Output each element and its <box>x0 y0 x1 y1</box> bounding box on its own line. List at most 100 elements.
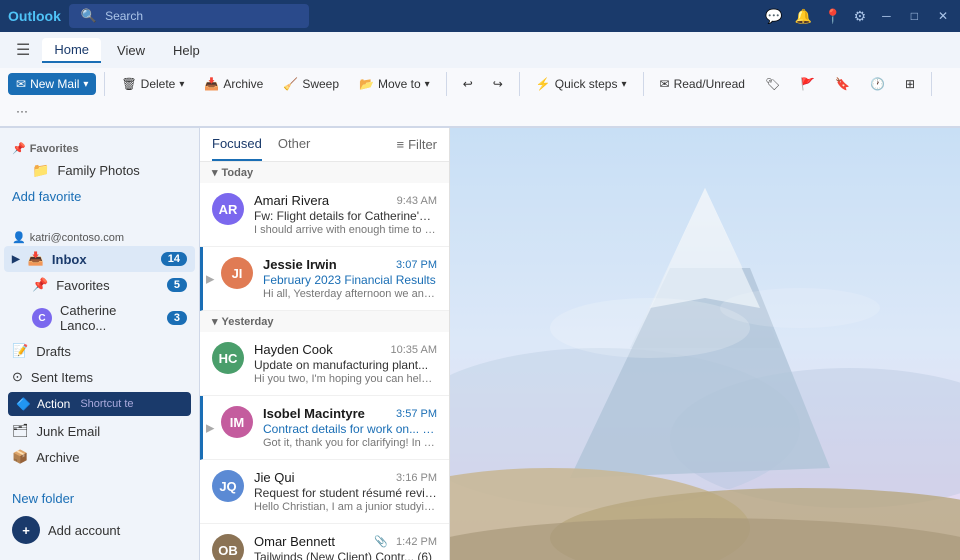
tab-view[interactable]: View <box>105 39 157 62</box>
collapse-icon: ▾ <box>212 166 218 179</box>
action-button[interactable]: 🔷 Action Shortcut te <box>8 392 191 416</box>
mail-preview: Hi all, Yesterday afternoon we announced… <box>263 288 437 300</box>
attachment-icon: 📎 <box>374 535 388 548</box>
tab-focused[interactable]: Focused <box>212 128 262 161</box>
search-bar[interactable]: 🔍 Search <box>69 4 309 28</box>
location-icon[interactable]: 📍 <box>824 8 841 25</box>
notifications-icon[interactable]: 🔔 <box>795 8 812 25</box>
favorites-label: 📌 Favorites <box>4 136 195 157</box>
inbox-icon: 📥 <box>28 251 44 267</box>
undo-button[interactable]: ↩ <box>455 73 481 95</box>
mail-item[interactable]: JQ Jie Qui 3:16 PM Request for student r… <box>200 460 449 524</box>
close-button[interactable]: ✕ <box>934 9 952 23</box>
separator-3 <box>519 72 520 96</box>
archive-label: Archive <box>223 77 263 91</box>
redo-button[interactable]: ↪ <box>485 73 511 95</box>
delete-button[interactable]: 🗑 Delete ▾ <box>113 73 192 95</box>
sidebar-item-inbox[interactable]: ▶ 📥 Inbox 14 <box>4 246 195 272</box>
mail-item[interactable]: ▶ IM Isobel Macintyre 3:57 PM Contract d… <box>200 396 449 460</box>
mail-sender: Jessie Irwin <box>263 257 337 272</box>
add-favorite-link[interactable]: Add favorite <box>4 184 195 209</box>
mail-item[interactable]: OB Omar Bennett 📎 1:42 PM Tailwinds (New… <box>200 524 449 560</box>
timestamp-button[interactable]: 🕐 <box>862 73 893 95</box>
reading-pane <box>450 128 960 560</box>
new-mail-chevron[interactable]: ▾ <box>83 79 88 90</box>
mail-tab-bar: Focused Other ≡ Filter <box>200 128 449 162</box>
avatar: JQ <box>212 470 244 502</box>
archive-icon: 📥 <box>204 77 219 91</box>
view-button[interactable]: ⊞ <box>897 73 923 95</box>
quick-steps-chevron[interactable]: ▾ <box>621 79 626 90</box>
sent-icon: ⊙ <box>12 369 23 385</box>
mail-list: Focused Other ≡ Filter ▾ Today AR Amari … <box>200 128 450 560</box>
mail-sender: Isobel Macintyre <box>263 406 365 421</box>
mail-content: Amari Rivera 9:43 AM Fw: Flight details … <box>254 193 437 236</box>
archive-sidebar-icon: 📦 <box>12 449 28 465</box>
minimize-button[interactable]: ─ <box>878 9 895 23</box>
sidebar-section-favorites: 📌 Favorites 📁 Family Photos Add favorite <box>0 128 199 217</box>
separator-2 <box>446 72 447 96</box>
sidebar-section-footer: New folder + Add account <box>0 478 199 557</box>
filter-button[interactable]: ≡ Filter <box>397 128 437 161</box>
tag-button[interactable]: 🏷 <box>757 73 788 95</box>
new-folder-link[interactable]: New folder <box>4 486 195 511</box>
quick-steps-label: Quick steps <box>555 77 618 91</box>
settings-icon[interactable]: ⚙ <box>854 8 867 25</box>
mail-item[interactable]: HC Hayden Cook 10:35 AM Update on manufa… <box>200 332 449 396</box>
mail-scroll-area[interactable]: ▾ Today AR Amari Rivera 9:43 AM Fw: Flig… <box>200 162 449 560</box>
read-unread-button[interactable]: ✉ Read/Unread <box>652 73 753 95</box>
sidebar-item-drafts[interactable]: 📝 Drafts <box>4 338 195 364</box>
sidebar-item-junk[interactable]: 🗂 Junk Email <box>4 418 195 444</box>
mail-time: 3:57 PM <box>396 408 437 420</box>
hamburger-menu[interactable]: ☰ <box>8 36 38 64</box>
mail-item[interactable]: ▶ JI Jessie Irwin 3:07 PM February 2023 … <box>200 247 449 311</box>
new-mail-label: New Mail <box>30 77 79 91</box>
category-icon: 🔖 <box>835 77 850 91</box>
titlebar-left: Outlook 🔍 Search <box>8 4 309 28</box>
maximize-button[interactable]: □ <box>907 9 922 23</box>
sweep-button[interactable]: 🧹 Sweep <box>275 73 347 95</box>
ribbon-toolbar: ✉ New Mail ▾ 🗑 Delete ▾ 📥 Archive 🧹 Swee… <box>0 68 960 127</box>
tab-help[interactable]: Help <box>161 39 212 62</box>
tab-other[interactable]: Other <box>278 128 311 161</box>
expand-arrow-icon: ▶ <box>12 254 20 265</box>
new-mail-button[interactable]: ✉ New Mail ▾ <box>8 73 96 95</box>
quick-steps-button[interactable]: ⚡ Quick steps ▾ <box>528 73 635 95</box>
tab-home[interactable]: Home <box>42 38 101 63</box>
mail-content: Hayden Cook 10:35 AM Update on manufactu… <box>254 342 437 385</box>
move-to-button[interactable]: 📂 Move to ▾ <box>351 73 438 95</box>
flag-button[interactable]: 🚩 <box>792 73 823 95</box>
avatar: IM <box>221 406 253 438</box>
mail-subject: Update on manufacturing plant... <box>254 358 437 372</box>
sidebar-section-account: 👤 katri@contoso.com ▶ 📥 Inbox 14 📌 Favor… <box>0 217 199 478</box>
shortcut-label: Shortcut te <box>80 398 133 410</box>
archive-button[interactable]: 📥 Archive <box>196 73 271 95</box>
more-button[interactable]: ··· <box>8 100 36 122</box>
mail-content: Isobel Macintyre 3:57 PM Contract detail… <box>263 406 437 449</box>
sidebar-item-sent[interactable]: ⊙ Sent Items <box>4 364 195 390</box>
avatar: AR <box>212 193 244 225</box>
landscape-image <box>450 128 960 560</box>
delete-chevron[interactable]: ▾ <box>179 79 184 90</box>
mail-sender: Amari Rivera <box>254 193 329 208</box>
category-button[interactable]: 🔖 <box>827 73 858 95</box>
sidebar-item-favorites[interactable]: 📌 Favorites 5 <box>4 272 195 298</box>
sidebar-item-catherine[interactable]: C Catherine Lanco... 3 <box>4 298 195 338</box>
sidebar-item-archive[interactable]: 📦 Archive <box>4 444 195 470</box>
sidebar-item-add-account[interactable]: + Add account <box>4 511 195 549</box>
mail-sender: Jie Qui <box>254 470 294 485</box>
date-group-yesterday: ▾ Yesterday <box>200 311 449 332</box>
chat-icon[interactable]: 💬 <box>765 8 782 25</box>
avatar: HC <box>212 342 244 374</box>
read-icon: ✉ <box>660 77 670 91</box>
mail-item[interactable]: AR Amari Rivera 9:43 AM Fw: Flight detai… <box>200 183 449 247</box>
mail-meta: Amari Rivera 9:43 AM <box>254 193 437 208</box>
ribbon-tab-bar: ☰ Home View Help <box>0 32 960 68</box>
favorites-badge: 5 <box>167 278 187 292</box>
flag-icon: 🚩 <box>800 77 815 91</box>
catherine-avatar: C <box>32 308 52 328</box>
separator-1 <box>104 72 105 96</box>
move-chevron[interactable]: ▾ <box>425 79 430 90</box>
search-placeholder: Search <box>105 9 143 23</box>
sidebar-item-family-photos[interactable]: 📁 Family Photos <box>4 157 195 184</box>
